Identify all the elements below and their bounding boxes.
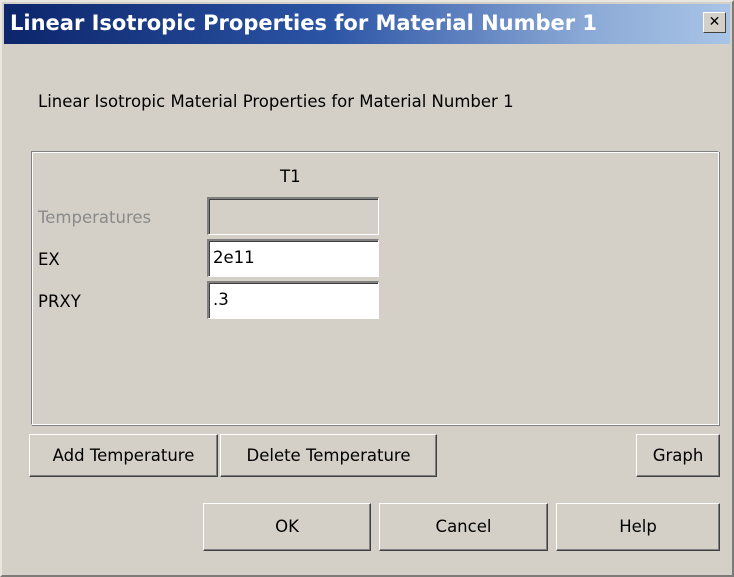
row-label-prxy: PRXY: [38, 292, 81, 311]
window-title: Linear Isotropic Properties for Material…: [10, 11, 598, 35]
dialog-heading: Linear Isotropic Material Properties for…: [38, 92, 514, 111]
row-label-temperatures: Temperatures: [38, 208, 152, 227]
add-temperature-button[interactable]: Add Temperature: [29, 434, 218, 477]
column-header-t1: T1: [280, 167, 301, 186]
cancel-button[interactable]: Cancel: [379, 503, 548, 551]
help-button[interactable]: Help: [556, 503, 720, 551]
delete-temperature-button[interactable]: Delete Temperature: [220, 434, 437, 477]
ex-value-field[interactable]: 2e11: [207, 239, 379, 277]
close-icon[interactable]: ✕: [703, 12, 726, 33]
graph-button[interactable]: Graph: [636, 434, 720, 477]
prxy-value-field[interactable]: .3: [207, 281, 379, 319]
temperatures-field: [207, 197, 379, 235]
title-bar[interactable]: Linear Isotropic Properties for Material…: [4, 4, 730, 44]
ok-button[interactable]: OK: [203, 503, 371, 551]
row-label-ex: EX: [38, 250, 60, 269]
material-properties-dialog: Linear Isotropic Properties for Material…: [0, 0, 734, 577]
